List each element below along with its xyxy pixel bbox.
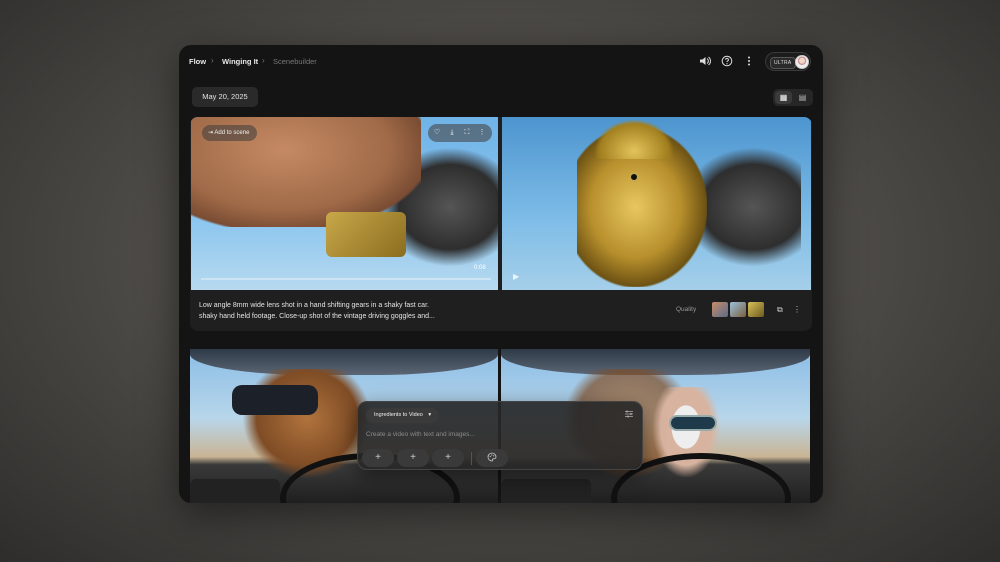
style-button[interactable]: [476, 449, 508, 467]
breadcrumb-separator: ›: [262, 56, 265, 65]
favorite-icon[interactable]: ♡: [430, 124, 444, 142]
list-view-icon[interactable]: ▤: [794, 91, 811, 104]
volume-icon[interactable]: [699, 55, 711, 67]
divider: [471, 452, 472, 465]
avatar[interactable]: [795, 55, 809, 69]
help-icon[interactable]: [721, 55, 733, 67]
breadcrumb-flow[interactable]: Flow: [189, 57, 206, 66]
video-thumbnail-rooster-knob[interactable]: ▶: [502, 117, 811, 290]
more-icon[interactable]: ⋮: [793, 305, 801, 314]
car-seat-image: [190, 479, 280, 503]
more-vert-icon[interactable]: [743, 55, 755, 67]
mode-dropdown[interactable]: Ingredients to Video ▾: [366, 408, 440, 423]
breadcrumb-winging-it[interactable]: Winging It: [222, 57, 258, 66]
mode-label: Ingredients to Video: [374, 412, 423, 418]
add-to-scene-button[interactable]: ⇥ Add to scene: [202, 125, 258, 141]
download-icon[interactable]: ⤓: [445, 124, 459, 142]
chevron-down-icon: ▾: [428, 412, 432, 418]
account-chip[interactable]: ULTRA: [765, 52, 811, 71]
quality-label[interactable]: Quality: [676, 306, 696, 313]
rooster-eye-image: [629, 172, 639, 182]
add-ingredient-button[interactable]: +: [432, 449, 464, 467]
rooster-comb-image: [594, 119, 674, 159]
breadcrumb-scenebuilder: Scenebuilder: [273, 57, 317, 66]
play-icon[interactable]: ▶: [513, 272, 519, 281]
grid-view-icon[interactable]: ▦: [775, 91, 792, 104]
fullscreen-icon[interactable]: ⛶: [460, 124, 474, 142]
clip-action-bar: ♡ ⤓ ⛶ ⋮: [428, 124, 492, 142]
more-icon[interactable]: ⋮: [475, 124, 489, 142]
add-to-scene-label: Add to scene: [214, 130, 250, 136]
prompt-line-1: Low angle 8mm wide lens shot in a hand s…: [199, 302, 429, 309]
top-bar: Flow › Winging It › Scenebuilder ULTRA: [179, 45, 823, 77]
car-seat-image: [501, 479, 591, 503]
breadcrumb-separator: ›: [211, 56, 214, 65]
storyboard-icon[interactable]: ⧉: [777, 305, 783, 315]
date-chip: May 20, 2025: [192, 87, 258, 107]
driving-goggles-image: [669, 415, 717, 431]
video-scrubber[interactable]: [201, 278, 491, 280]
clip-card: ⇥ Add to scene ♡ ⤓ ⛶ ⋮ 0:08 ▶ Low angle …: [190, 117, 812, 331]
ingredient-thumbnail[interactable]: [748, 302, 764, 317]
prompt-line-2: shaky hand held footage. Close-up shot o…: [199, 313, 435, 320]
gear-knob-image: [326, 212, 406, 257]
ingredient-thumbnail[interactable]: [712, 302, 728, 317]
ingredient-thumbnail[interactable]: [730, 302, 746, 317]
add-ingredient-button[interactable]: +: [397, 449, 429, 467]
timecode: 0:08: [474, 265, 486, 271]
settings-icon[interactable]: [624, 409, 634, 421]
view-toggle[interactable]: ▦ ▤: [773, 89, 813, 106]
rearview-mirror-image: [232, 385, 318, 415]
prompt-input[interactable]: Create a video with text and images...: [366, 431, 475, 438]
add-ingredient-button[interactable]: +: [362, 449, 394, 467]
prompt-text: Low angle 8mm wide lens shot in a hand s…: [199, 300, 599, 322]
plan-badge: ULTRA: [770, 57, 796, 69]
palette-icon: [487, 452, 497, 463]
prompt-composer: Ingredients to Video ▾ Create a video wi…: [357, 401, 643, 470]
video-thumbnail-hand-shifter[interactable]: ⇥ Add to scene ♡ ⤓ ⛶ ⋮ 0:08: [191, 117, 498, 290]
